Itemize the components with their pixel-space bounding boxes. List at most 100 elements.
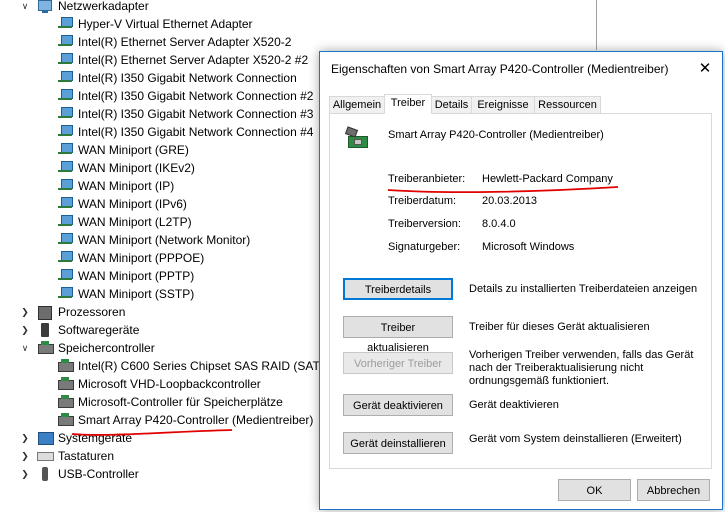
tree-item-label: Microsoft-Controller für Speicherplätze (78, 395, 283, 409)
network-adapter-icon (58, 233, 73, 245)
version-value: 8.0.4.0 (482, 218, 516, 230)
network-adapter-icon (58, 161, 73, 173)
keyboard-icon (37, 452, 54, 461)
signer-label: Signaturgeber: (388, 241, 461, 253)
disable-device-description: Gerät deaktivieren (469, 399, 559, 411)
tree-divider (596, 0, 597, 50)
tree-item-label: Intel(R) I350 Gigabit Network Connection… (78, 107, 314, 121)
chevron-right-icon[interactable]: ❯ (20, 447, 30, 465)
provider-value: Hewlett-Packard Company (482, 173, 613, 185)
chevron-right-icon[interactable]: ❯ (20, 303, 30, 321)
tree-category-keyboards[interactable]: ❯ Tastaturen (0, 447, 300, 465)
tree-category-network-adapters[interactable]: ∨ Netzwerkadapter (0, 0, 300, 15)
dialog-title: Eigenschaften von Smart Array P420-Contr… (331, 62, 669, 76)
tree-item-label: Intel(R) C600 Series Chipset SAS RAID (S… (78, 359, 340, 373)
tab-driver[interactable]: Treiber (384, 94, 432, 114)
driver-details-button[interactable]: Treiberdetails (343, 278, 453, 300)
network-adapter-icon (58, 89, 73, 101)
storage-controller-icon (38, 341, 54, 354)
system-device-icon (38, 432, 54, 445)
tree-item-label: WAN Miniport (IPv6) (78, 197, 187, 211)
network-adapter-icon (58, 251, 73, 263)
tree-category-label: Systemgeräte (58, 431, 133, 445)
uninstall-device-button[interactable]: Gerät deinstallieren (343, 432, 453, 454)
chevron-right-icon[interactable]: ❯ (20, 465, 30, 483)
rollback-driver-button: Vorheriger Treiber (343, 352, 453, 374)
storage-controller-icon (58, 413, 74, 426)
tree-item-label: Microsoft VHD-Loopbackcontroller (78, 377, 261, 391)
network-adapter-icon (58, 287, 73, 299)
close-icon[interactable]: ✕ (692, 58, 718, 80)
driver-tab-panel: Smart Array P420-Controller (Medientreib… (329, 113, 712, 469)
network-adapter-icon (58, 125, 73, 137)
tree-item-label: WAN Miniport (IP) (78, 179, 175, 193)
rollback-driver-description: Vorherigen Treiber verwenden, falls das … (469, 349, 694, 387)
device-name: Smart Array P420-Controller (Medientreib… (388, 129, 604, 141)
network-adapter-icon (58, 197, 73, 209)
tree-item-label: Intel(R) Ethernet Server Adapter X520-2 (78, 35, 292, 49)
storage-controller-icon (58, 359, 74, 372)
dialog-titlebar[interactable]: Eigenschaften von Smart Array P420-Contr… (320, 52, 722, 86)
update-driver-description: Treiber für dieses Gerät aktualisieren (469, 321, 650, 333)
tree-item-label: WAN Miniport (IKEv2) (78, 161, 195, 175)
tree-item-label: WAN Miniport (L2TP) (78, 215, 192, 229)
tree-category-label: Tastaturen (58, 449, 115, 463)
driver-details-description: Details zu installierten Treiberdateien … (469, 283, 698, 295)
tree-category-label: Netzwerkadapter (58, 0, 149, 13)
tree-item-label: WAN Miniport (Network Monitor) (78, 233, 251, 247)
network-adapter-icon (58, 53, 73, 65)
tree-category-software-devices[interactable]: ❯ Softwaregeräte (0, 321, 300, 339)
tab-resources[interactable]: Ressourcen (534, 96, 601, 113)
uninstall-device-description: Gerät vom System deinstallieren (Erweite… (469, 433, 682, 445)
processor-icon (38, 306, 52, 320)
network-adapter-icon (38, 0, 52, 13)
tree-category-label: Softwaregeräte (58, 323, 140, 337)
tree-item-label: WAN Miniport (PPPOE) (78, 251, 205, 265)
network-adapter-icon (58, 215, 73, 227)
tree-category-label: Speichercontroller (58, 341, 155, 355)
date-label: Treiberdatum: (388, 195, 457, 207)
date-value: 20.03.2013 (482, 195, 538, 207)
disable-device-button[interactable]: Gerät deaktivieren (343, 394, 453, 416)
chevron-down-icon[interactable]: ∨ (20, 0, 30, 15)
version-label: Treiberversion: (388, 218, 461, 230)
tab-general[interactable]: Allgemein (329, 96, 385, 113)
tree-item-label: Intel(R) I350 Gigabit Network Connection (78, 71, 297, 85)
software-device-icon (41, 323, 49, 337)
network-adapter-icon (58, 269, 73, 281)
tree-item-label: WAN Miniport (GRE) (78, 143, 189, 157)
network-adapter-icon (58, 107, 73, 119)
tree-category-label: USB-Controller (58, 467, 139, 481)
tree-item-label: WAN Miniport (PPTP) (78, 269, 195, 283)
network-adapter-icon (58, 17, 73, 29)
tree-category-storage-controllers[interactable]: ∨ Speichercontroller (0, 339, 300, 357)
ok-button[interactable]: OK (558, 479, 631, 501)
tree-item-label: Intel(R) I350 Gigabit Network Connection… (78, 89, 314, 103)
chevron-down-icon[interactable]: ∨ (20, 339, 30, 357)
tree-category-processors[interactable]: ❯ Prozessoren (0, 303, 300, 321)
network-adapter-icon (58, 71, 73, 83)
usb-icon (42, 467, 48, 481)
tree-item-label: WAN Miniport (SSTP) (78, 287, 195, 301)
update-driver-button[interactable]: Treiber aktualisieren (343, 316, 453, 354)
network-adapter-icon (58, 143, 73, 155)
storage-controller-icon (58, 377, 74, 390)
cancel-button[interactable]: Abbrechen (637, 479, 710, 501)
tree-category-label: Prozessoren (58, 305, 126, 319)
tree-item-label: Intel(R) I350 Gigabit Network Connection… (78, 125, 314, 139)
tree-category-system-devices[interactable]: ❯ Systemgeräte (0, 429, 300, 447)
chevron-right-icon[interactable]: ❯ (20, 429, 30, 447)
storage-controller-icon (344, 126, 368, 150)
network-adapter-icon (58, 35, 73, 47)
tree-item-label: Intel(R) Ethernet Server Adapter X520-2 … (78, 53, 309, 67)
provider-label: Treiberanbieter: (388, 173, 466, 185)
tab-events[interactable]: Ereignisse (471, 96, 535, 113)
tree-item-label: Hyper-V Virtual Ethernet Adapter (78, 17, 253, 31)
tree-category-usb-controllers[interactable]: ❯ USB-Controller (0, 465, 300, 483)
network-adapter-icon (58, 179, 73, 191)
storage-controller-icon (58, 395, 74, 408)
tab-details[interactable]: Details (431, 96, 472, 113)
properties-dialog: Eigenschaften von Smart Array P420-Contr… (319, 51, 723, 510)
chevron-right-icon[interactable]: ❯ (20, 321, 30, 339)
signer-value: Microsoft Windows (482, 241, 575, 253)
